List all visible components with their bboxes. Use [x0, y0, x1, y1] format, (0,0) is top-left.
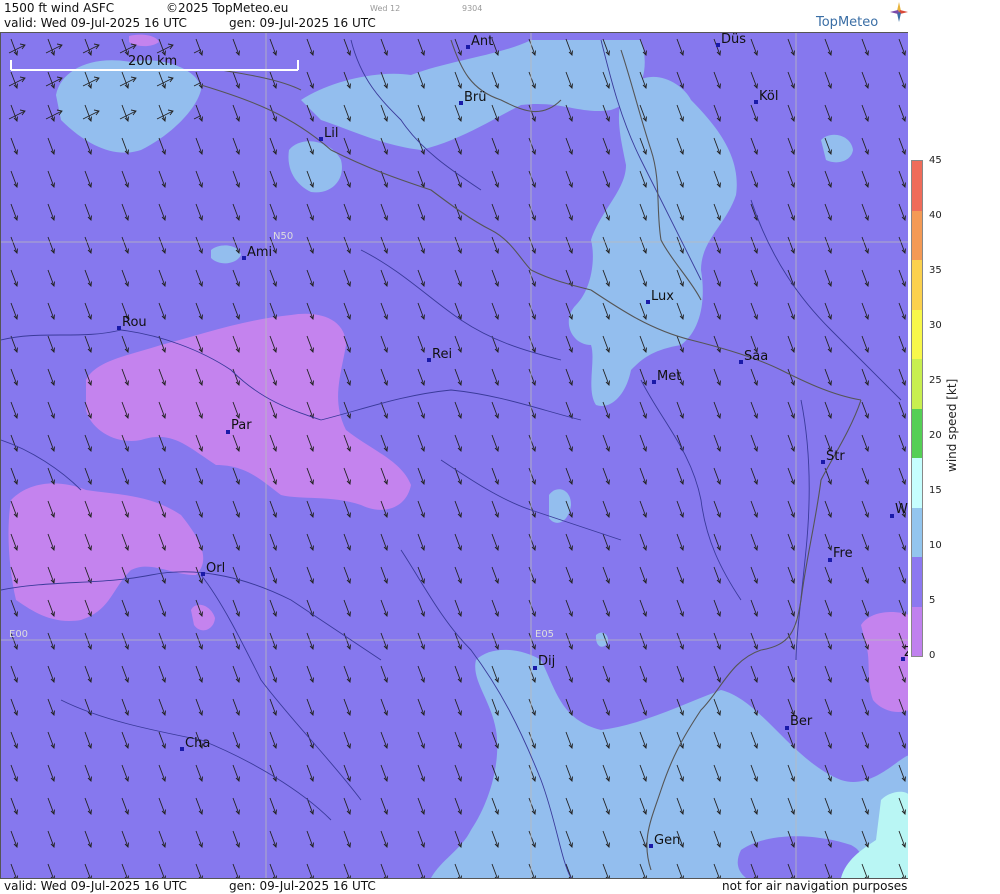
city-label-rei[interactable]: Rei — [432, 347, 452, 362]
city-label-gen[interactable]: Gen — [654, 833, 680, 848]
city-label-dus[interactable]: Düs — [721, 33, 746, 47]
legend-tick: 0 — [929, 650, 936, 661]
city-dot — [242, 256, 246, 260]
city-dot — [180, 747, 184, 751]
city-label-saa[interactable]: Saa — [744, 349, 768, 364]
valid-time: valid: Wed 09-Jul-2025 16 UTC — [4, 16, 187, 30]
generated-time: gen: 09-Jul-2025 16 UTC — [229, 16, 376, 30]
scale-bar-label: 200 km — [128, 54, 177, 69]
legend-band-0 — [912, 606, 922, 656]
city-label-lil[interactable]: Lil — [324, 126, 338, 141]
legend-colorbar — [911, 160, 923, 657]
legend-band-25 — [912, 359, 922, 409]
city-label-kol[interactable]: Köl — [759, 89, 778, 104]
city-label-bru[interactable]: Brü — [464, 90, 487, 105]
city-dot — [319, 137, 323, 141]
city-dot — [201, 572, 205, 576]
grid-label-lon-west: E00 — [9, 629, 28, 640]
legend-band-5 — [912, 557, 922, 607]
city-dot — [821, 460, 825, 464]
city-dot — [427, 358, 431, 362]
city-label-cha[interactable]: Cha — [185, 736, 210, 751]
city-label-fre[interactable]: Fre — [833, 546, 853, 561]
city-label-w[interactable]: W — [895, 502, 908, 517]
copyright: ©2025 TopMeteo.eu — [166, 1, 289, 15]
compass-logo-icon — [890, 2, 908, 22]
city-label-par[interactable]: Par — [231, 418, 252, 433]
city-dot — [739, 360, 743, 364]
city-label-ant[interactable]: Ant — [471, 34, 493, 49]
city-label-met[interactable]: Met — [657, 369, 681, 384]
legend-band-45 — [912, 161, 922, 211]
footer-generated-time: gen: 09-Jul-2025 16 UTC — [229, 879, 376, 893]
wind-map[interactable]: N50 E00 E05 200 km Ant Düs Brü Köl Lil A… — [0, 33, 910, 878]
topmeteo-logo-text: TopMeteo — [816, 15, 879, 30]
wind-arrows-layer — [1, 33, 909, 878]
footer-disclaimer: not for air navigation purposes — [722, 879, 908, 893]
wind-arrows-ne-layer — [1, 33, 201, 133]
city-label-ami[interactable]: Ami — [247, 245, 272, 260]
legend-band-40 — [912, 210, 922, 260]
city-dot — [890, 514, 894, 518]
city-dot — [117, 326, 121, 330]
day-tag: Wed 12 — [370, 4, 401, 13]
legend-tick: 30 — [929, 320, 942, 331]
city-dot — [533, 666, 537, 670]
city-label-lux[interactable]: Lux — [651, 289, 674, 304]
city-dot — [646, 300, 650, 304]
city-dot — [226, 430, 230, 434]
code-tag: 9304 — [462, 4, 483, 13]
legend-title: wind speed [kt] — [945, 378, 959, 472]
legend-tick: 40 — [929, 210, 942, 221]
legend-tick: 20 — [929, 430, 942, 441]
footer-valid-time: valid: Wed 09-Jul-2025 16 UTC — [4, 879, 187, 893]
city-dot — [459, 101, 463, 105]
city-dot — [716, 43, 720, 47]
city-label-dij[interactable]: Dij — [538, 654, 555, 669]
city-dot — [754, 100, 758, 104]
legend-band-35 — [912, 260, 922, 310]
city-dot — [466, 45, 470, 49]
legend-band-20 — [912, 408, 922, 458]
city-dot — [785, 726, 789, 730]
legend-band-30 — [912, 309, 922, 359]
legend-tick: 5 — [929, 595, 936, 606]
legend-tick: 45 — [929, 155, 942, 166]
legend-band-10 — [912, 507, 922, 557]
city-label-ber[interactable]: Ber — [790, 714, 813, 729]
legend-tick: 10 — [929, 540, 942, 551]
city-dot — [649, 844, 653, 848]
legend-band-15 — [912, 458, 922, 508]
map-header: 1500 ft wind ASFC ©2025 TopMeteo.eu Wed … — [0, 0, 908, 33]
grid-label-lon-east: E05 — [535, 629, 554, 640]
product-title: 1500 ft wind ASFC — [4, 1, 115, 15]
legend-tick: 35 — [929, 265, 942, 276]
legend-tick: 25 — [929, 375, 942, 386]
city-label-str[interactable]: Str — [826, 449, 845, 464]
city-label-rou[interactable]: Rou — [122, 315, 147, 330]
city-dot — [828, 558, 832, 562]
wind-map-svg: N50 E00 E05 200 km Ant Düs Brü Köl Lil A… — [1, 33, 909, 878]
city-dot — [652, 380, 656, 384]
map-footer: valid: Wed 09-Jul-2025 16 UTC gen: 09-Ju… — [0, 878, 908, 894]
legend-tick: 15 — [929, 485, 942, 496]
grid-label-lat: N50 — [273, 231, 293, 242]
city-label-orl[interactable]: Orl — [206, 561, 225, 576]
